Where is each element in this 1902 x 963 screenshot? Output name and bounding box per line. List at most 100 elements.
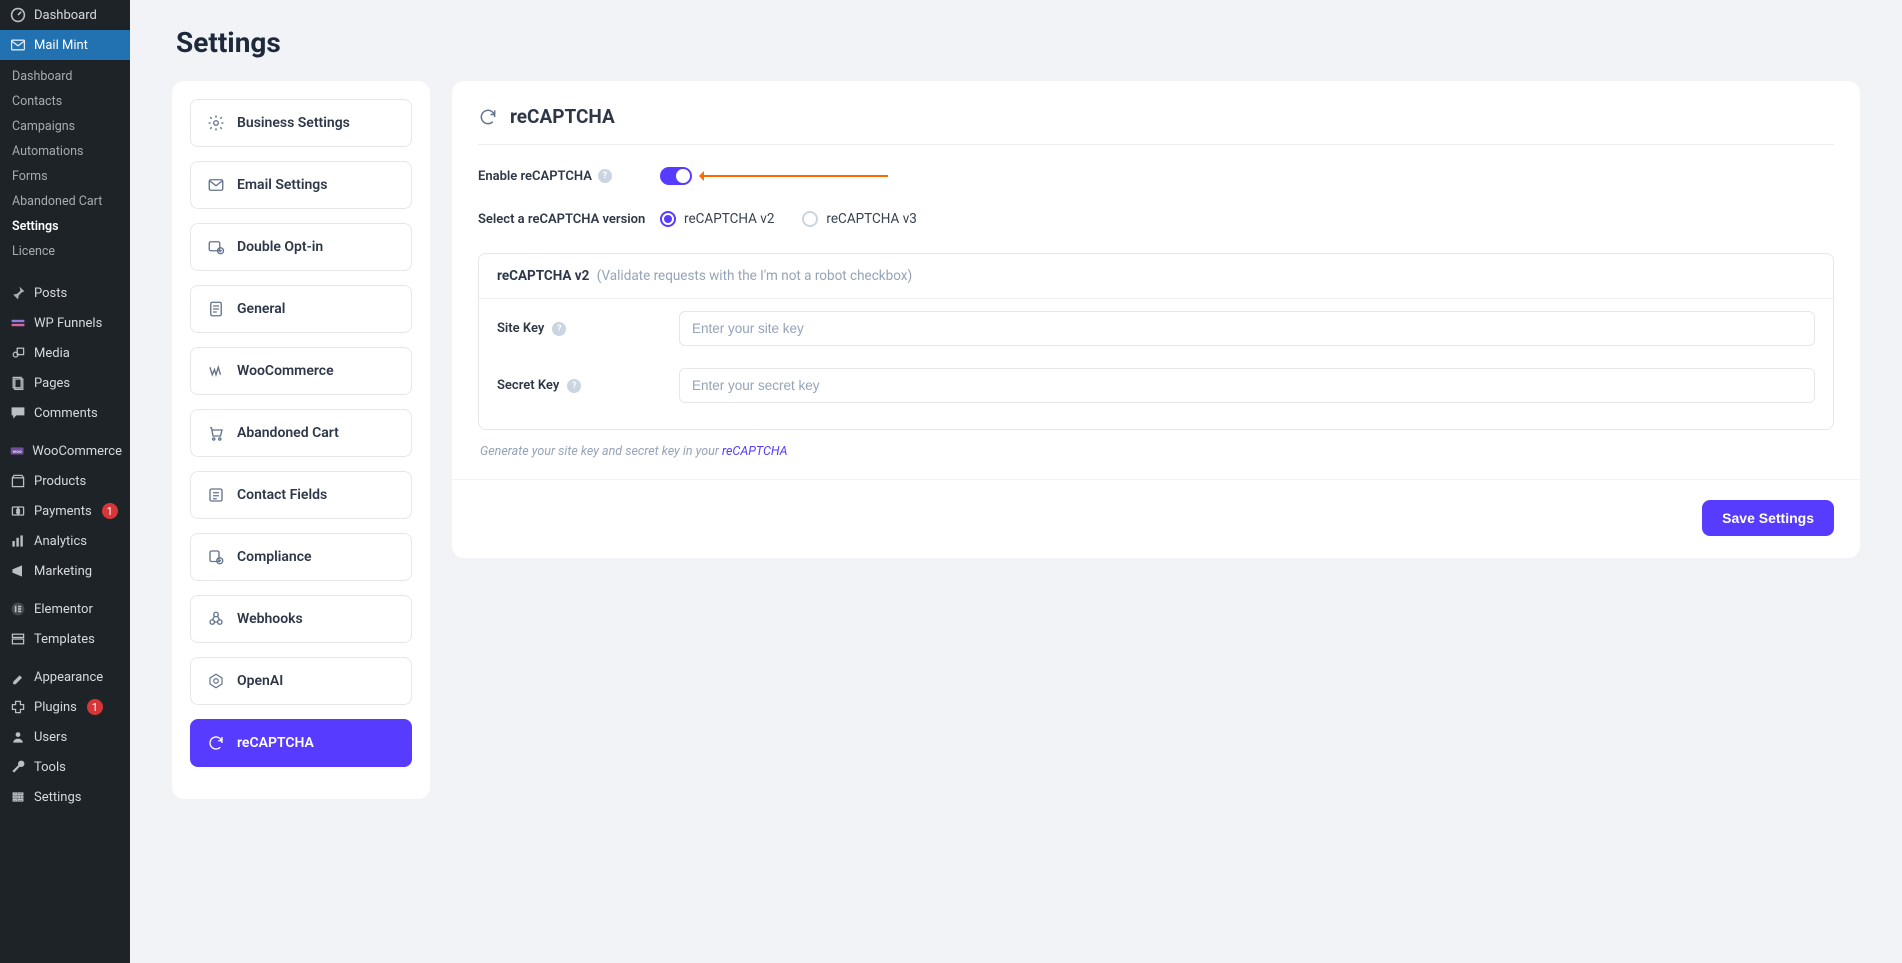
radio-recaptcha-v2[interactable]: reCAPTCHA v2 bbox=[660, 211, 774, 227]
sub-campaigns[interactable]: Campaigns bbox=[0, 114, 130, 139]
sidebar-item-label: Comments bbox=[34, 406, 98, 421]
secret-key-input[interactable] bbox=[679, 368, 1815, 403]
radio-label: reCAPTCHA v3 bbox=[826, 211, 916, 227]
sidebar-item-appearance[interactable]: Appearance bbox=[0, 662, 130, 692]
panel-title: reCAPTCHA bbox=[510, 105, 615, 128]
sub-abandoned-cart[interactable]: Abandoned Cart bbox=[0, 189, 130, 214]
nav-general[interactable]: General bbox=[190, 285, 412, 333]
sidebar-item-analytics[interactable]: Analytics bbox=[0, 526, 130, 556]
sidebar-item-products[interactable]: Products bbox=[0, 466, 130, 496]
radio-recaptcha-v3[interactable]: reCAPTCHA v3 bbox=[802, 211, 916, 227]
media-icon bbox=[10, 345, 26, 361]
sidebar-item-mailmint[interactable]: Mail Mint bbox=[0, 30, 130, 60]
nav-compliance[interactable]: Compliance bbox=[190, 533, 412, 581]
nav-woocommerce[interactable]: WooCommerce bbox=[190, 347, 412, 395]
sidebar-item-users[interactable]: Users bbox=[0, 722, 130, 752]
dashboard-icon bbox=[10, 7, 26, 23]
radio-circle-icon bbox=[660, 211, 676, 227]
sidebar-item-pages[interactable]: Pages bbox=[0, 368, 130, 398]
tools-icon bbox=[10, 759, 26, 775]
openai-icon bbox=[207, 672, 225, 690]
nav-double-optin[interactable]: Double Opt-in bbox=[190, 223, 412, 271]
help-icon[interactable]: ? bbox=[552, 322, 566, 336]
nav-label: Email Settings bbox=[237, 177, 327, 193]
sidebar-item-comments[interactable]: Comments bbox=[0, 398, 130, 428]
sidebar-item-label: Pages bbox=[34, 376, 70, 391]
nav-contact-fields[interactable]: Contact Fields bbox=[190, 471, 412, 519]
version-row: Select a reCAPTCHA version reCAPTCHA v2 … bbox=[478, 211, 1834, 227]
sidebar-item-woocommerce[interactable]: woo WooCommerce bbox=[0, 436, 130, 466]
funnel-icon bbox=[10, 315, 26, 331]
svg-text:woo: woo bbox=[12, 449, 21, 455]
sidebar-item-elementor[interactable]: Elementor bbox=[0, 594, 130, 624]
sidebar-item-label: Posts bbox=[34, 286, 67, 301]
sidebar-item-label: Products bbox=[34, 474, 86, 489]
nav-webhooks[interactable]: Webhooks bbox=[190, 595, 412, 643]
nav-recaptcha[interactable]: reCAPTCHA bbox=[190, 719, 412, 767]
enable-label: Enable reCAPTCHA bbox=[478, 169, 592, 184]
nav-email-settings[interactable]: Email Settings bbox=[190, 161, 412, 209]
nav-label: Double Opt-in bbox=[237, 239, 323, 255]
help-icon[interactable]: ? bbox=[598, 169, 612, 183]
sub-forms[interactable]: Forms bbox=[0, 164, 130, 189]
sub-settings[interactable]: Settings bbox=[0, 214, 130, 239]
webhook-icon bbox=[207, 610, 225, 628]
nav-business-settings[interactable]: Business Settings bbox=[190, 99, 412, 147]
box-heading: reCAPTCHA v2 bbox=[497, 268, 589, 284]
recaptcha-link[interactable]: reCAPTCHA bbox=[722, 444, 788, 459]
sidebar-item-label: Users bbox=[34, 730, 67, 745]
sidebar-item-marketing[interactable]: Marketing bbox=[0, 556, 130, 586]
sidebar-item-label: WP Funnels bbox=[34, 316, 102, 331]
optin-icon bbox=[207, 238, 225, 256]
templates-icon bbox=[10, 631, 26, 647]
marketing-icon bbox=[10, 563, 26, 579]
recaptcha-icon bbox=[207, 734, 225, 752]
comments-icon bbox=[10, 405, 26, 421]
main-content: Settings Business Settings Email Setting… bbox=[130, 0, 1902, 963]
sidebar-item-payments[interactable]: $ Payments 1 bbox=[0, 496, 130, 526]
enable-recaptcha-toggle[interactable] bbox=[660, 167, 692, 185]
users-icon bbox=[10, 729, 26, 745]
sidebar-item-posts[interactable]: Posts bbox=[0, 278, 130, 308]
save-settings-button[interactable]: Save Settings bbox=[1702, 500, 1834, 536]
nav-label: reCAPTCHA bbox=[237, 735, 314, 751]
pin-icon bbox=[10, 285, 26, 301]
hint-text: Generate your site key and secret key in… bbox=[480, 444, 722, 459]
sub-automations[interactable]: Automations bbox=[0, 139, 130, 164]
sidebar-item-settings[interactable]: Settings bbox=[0, 782, 130, 812]
recaptcha-v2-box: reCAPTCHA v2 (Validate requests with the… bbox=[478, 253, 1834, 430]
sidebar-item-label: Appearance bbox=[34, 670, 103, 685]
sidebar-item-label: Analytics bbox=[34, 534, 87, 549]
sidebar-item-label: WooCommerce bbox=[32, 444, 122, 459]
analytics-icon bbox=[10, 533, 26, 549]
sidebar-item-label: Settings bbox=[34, 790, 81, 805]
sidebar-item-label: Dashboard bbox=[34, 8, 97, 23]
sidebar-item-wpfunnels[interactable]: WP Funnels bbox=[0, 308, 130, 338]
sidebar-item-media[interactable]: Media bbox=[0, 338, 130, 368]
nav-openai[interactable]: OpenAI bbox=[190, 657, 412, 705]
fields-icon bbox=[207, 486, 225, 504]
nav-abandoned-cart[interactable]: Abandoned Cart bbox=[190, 409, 412, 457]
sub-licence[interactable]: Licence bbox=[0, 239, 130, 264]
help-icon[interactable]: ? bbox=[567, 379, 581, 393]
site-key-row: Site Key ? bbox=[497, 311, 1815, 346]
appearance-icon bbox=[10, 669, 26, 685]
sidebar-item-tools[interactable]: Tools bbox=[0, 752, 130, 782]
nav-label: Webhooks bbox=[237, 611, 303, 627]
doc-icon bbox=[207, 300, 225, 318]
shield-icon bbox=[207, 548, 225, 566]
sub-contacts[interactable]: Contacts bbox=[0, 89, 130, 114]
enable-recaptcha-row: Enable reCAPTCHA ? bbox=[478, 167, 1834, 185]
plugins-badge: 1 bbox=[87, 699, 103, 715]
sidebar-item-label: Tools bbox=[34, 760, 66, 775]
sub-dashboard[interactable]: Dashboard bbox=[0, 64, 130, 89]
site-key-label: Site Key bbox=[497, 321, 544, 336]
sidebar-item-dashboard[interactable]: Dashboard bbox=[0, 0, 130, 30]
mailmint-submenu: Dashboard Contacts Campaigns Automations… bbox=[0, 60, 130, 270]
sidebar-item-templates[interactable]: Templates bbox=[0, 624, 130, 654]
site-key-input[interactable] bbox=[679, 311, 1815, 346]
payments-icon: $ bbox=[10, 503, 26, 519]
generate-keys-hint: Generate your site key and secret key in… bbox=[480, 444, 1832, 459]
sidebar-item-plugins[interactable]: Plugins 1 bbox=[0, 692, 130, 722]
wp-admin-sidebar: Dashboard Mail Mint Dashboard Contacts C… bbox=[0, 0, 130, 963]
